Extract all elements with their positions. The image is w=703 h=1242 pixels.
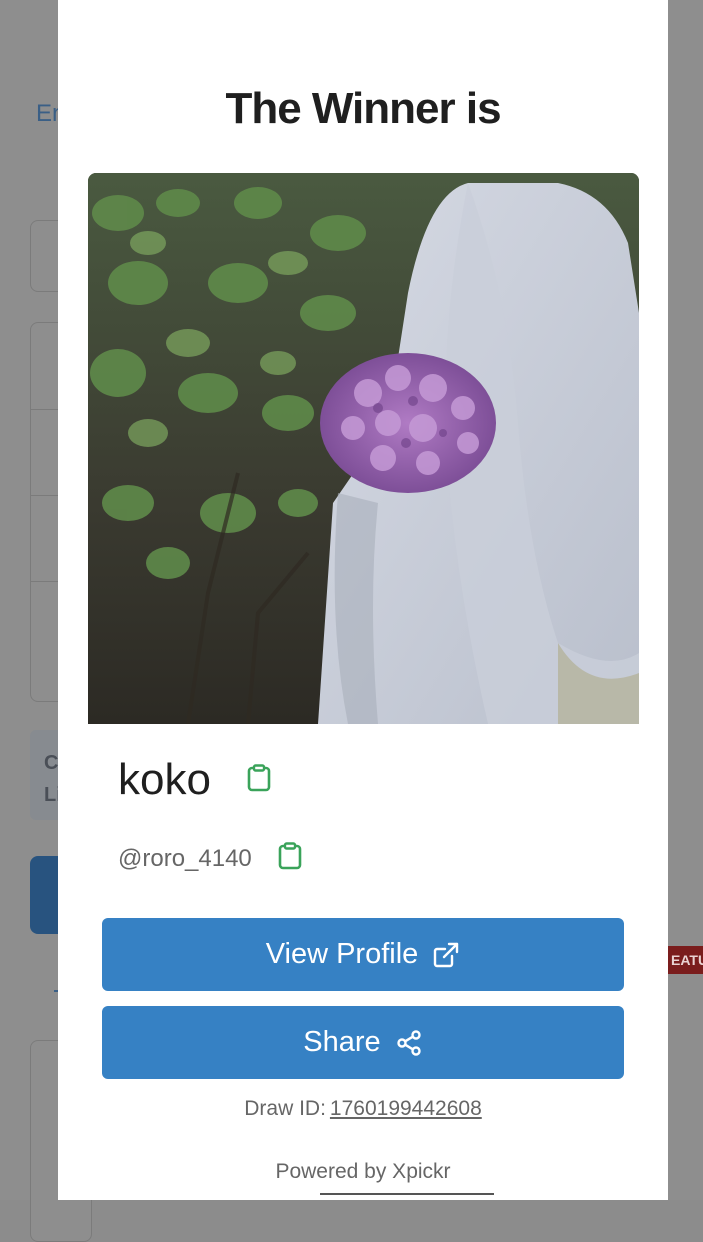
- background-badge: EATU: [667, 946, 703, 974]
- powered-by-underline: [320, 1193, 494, 1195]
- winner-profile-photo: [88, 173, 639, 724]
- view-profile-button[interactable]: View Profile: [102, 918, 624, 991]
- external-link-icon: [432, 941, 460, 969]
- draw-id-link[interactable]: 1760199442608: [330, 1097, 482, 1120]
- copy-name-clipboard-icon[interactable]: [247, 763, 271, 797]
- winner-handle: @roro_4140: [118, 844, 252, 872]
- draw-id: Draw ID: 1760199442608: [58, 1097, 668, 1121]
- winner-name: koko: [118, 755, 211, 804]
- copy-handle-clipboard-icon[interactable]: [278, 842, 302, 875]
- view-profile-label: View Profile: [265, 938, 419, 970]
- winner-handle-row: @roro_4140: [118, 842, 302, 875]
- background-badge-text: EATU: [671, 952, 703, 968]
- background-card-line1: C: [44, 752, 59, 774]
- share-button[interactable]: Share: [102, 1006, 624, 1079]
- powered-by-link[interactable]: Powered by Xpickr: [58, 1160, 668, 1184]
- share-label: Share: [303, 1026, 381, 1058]
- winner-modal: The Winner is koko @roro_4140 View Profi…: [58, 0, 668, 1200]
- winner-name-row: koko: [118, 755, 271, 805]
- draw-id-label: Draw ID:: [244, 1097, 326, 1120]
- modal-title: The Winner is: [225, 84, 501, 133]
- share-nodes-icon: [395, 1029, 423, 1057]
